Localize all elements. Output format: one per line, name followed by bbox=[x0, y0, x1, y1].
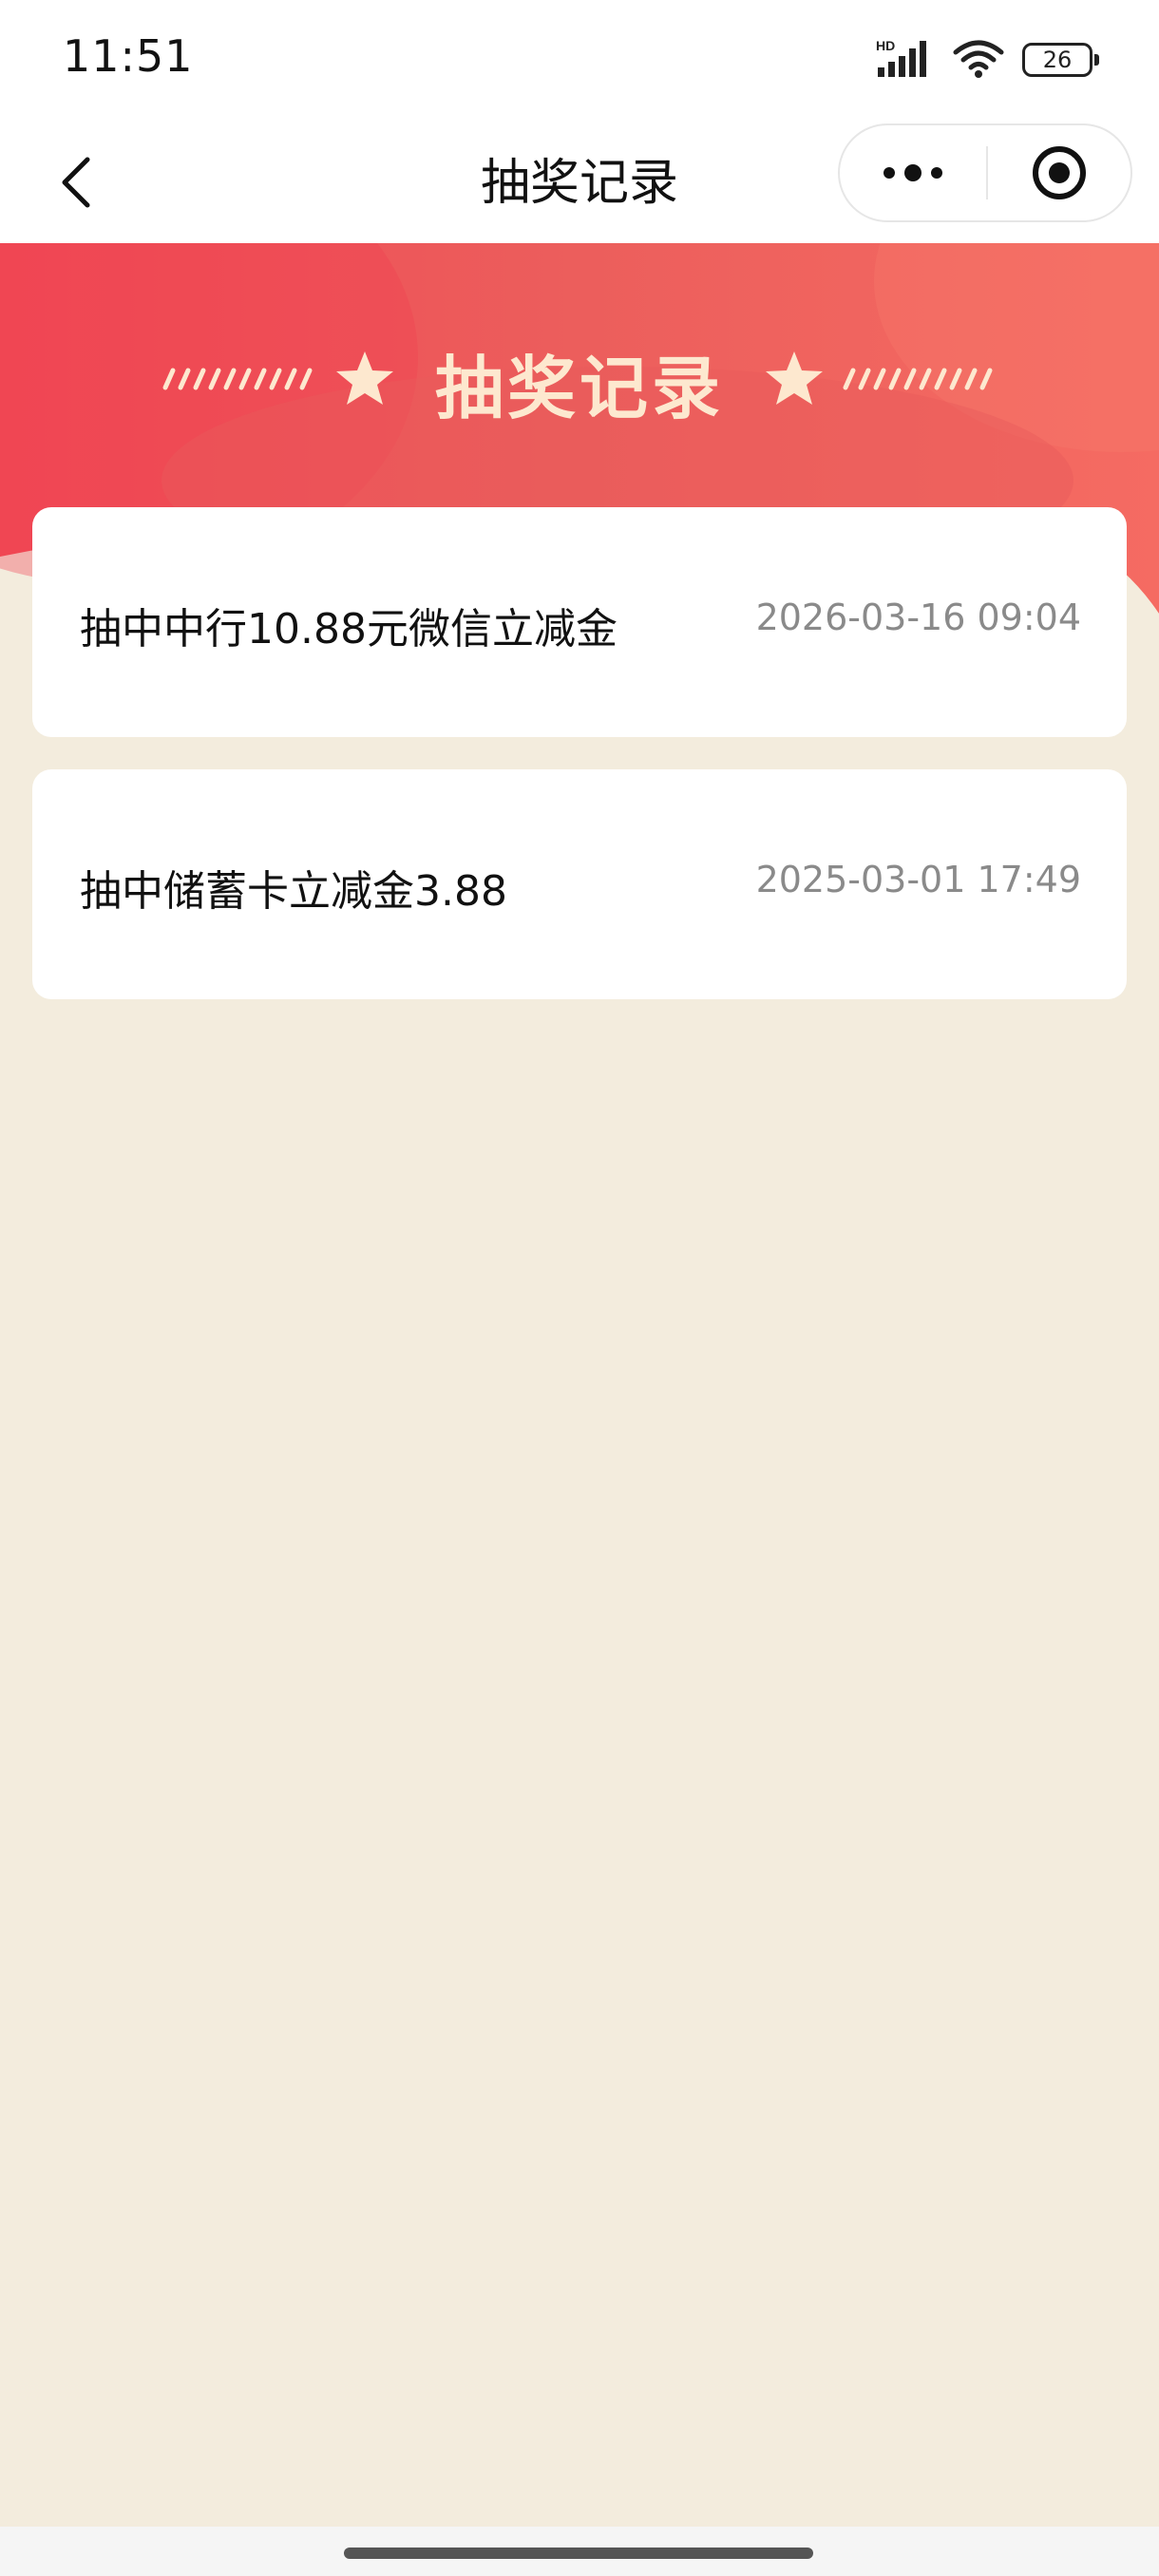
more-button[interactable] bbox=[840, 125, 986, 220]
record-title: 抽中储蓄卡立减金3.88 bbox=[80, 867, 507, 916]
nav-bar: 抽奖记录 bbox=[0, 122, 1159, 243]
network-label: HD bbox=[876, 38, 895, 53]
home-indicator[interactable] bbox=[344, 2548, 813, 2559]
status-icons: HD 26 bbox=[874, 36, 1099, 84]
record-title: 抽中中行10.88元微信立减金 bbox=[80, 605, 618, 653]
more-icon bbox=[884, 164, 942, 181]
mini-program-capsule bbox=[838, 123, 1132, 222]
status-bar: 11:51 HD 26 bbox=[0, 0, 1159, 122]
signal-icon: HD bbox=[874, 37, 935, 83]
banner-title: 抽奖记录 bbox=[434, 349, 724, 428]
battery-icon: 26 bbox=[1022, 43, 1099, 77]
record-time: 2026-03-16 09:04 bbox=[755, 597, 1081, 638]
wifi-icon bbox=[952, 37, 1005, 83]
record-card[interactable]: 抽中中行10.88元微信立减金 2026-03-16 09:04 bbox=[32, 507, 1127, 737]
battery-level: 26 bbox=[1042, 47, 1073, 73]
close-button[interactable] bbox=[988, 125, 1130, 220]
record-card[interactable]: 抽中储蓄卡立减金3.88 2025-03-01 17:49 bbox=[32, 769, 1127, 999]
status-time: 11:51 bbox=[63, 30, 194, 82]
close-target-icon bbox=[1033, 146, 1086, 199]
record-time: 2025-03-01 17:49 bbox=[755, 859, 1081, 900]
